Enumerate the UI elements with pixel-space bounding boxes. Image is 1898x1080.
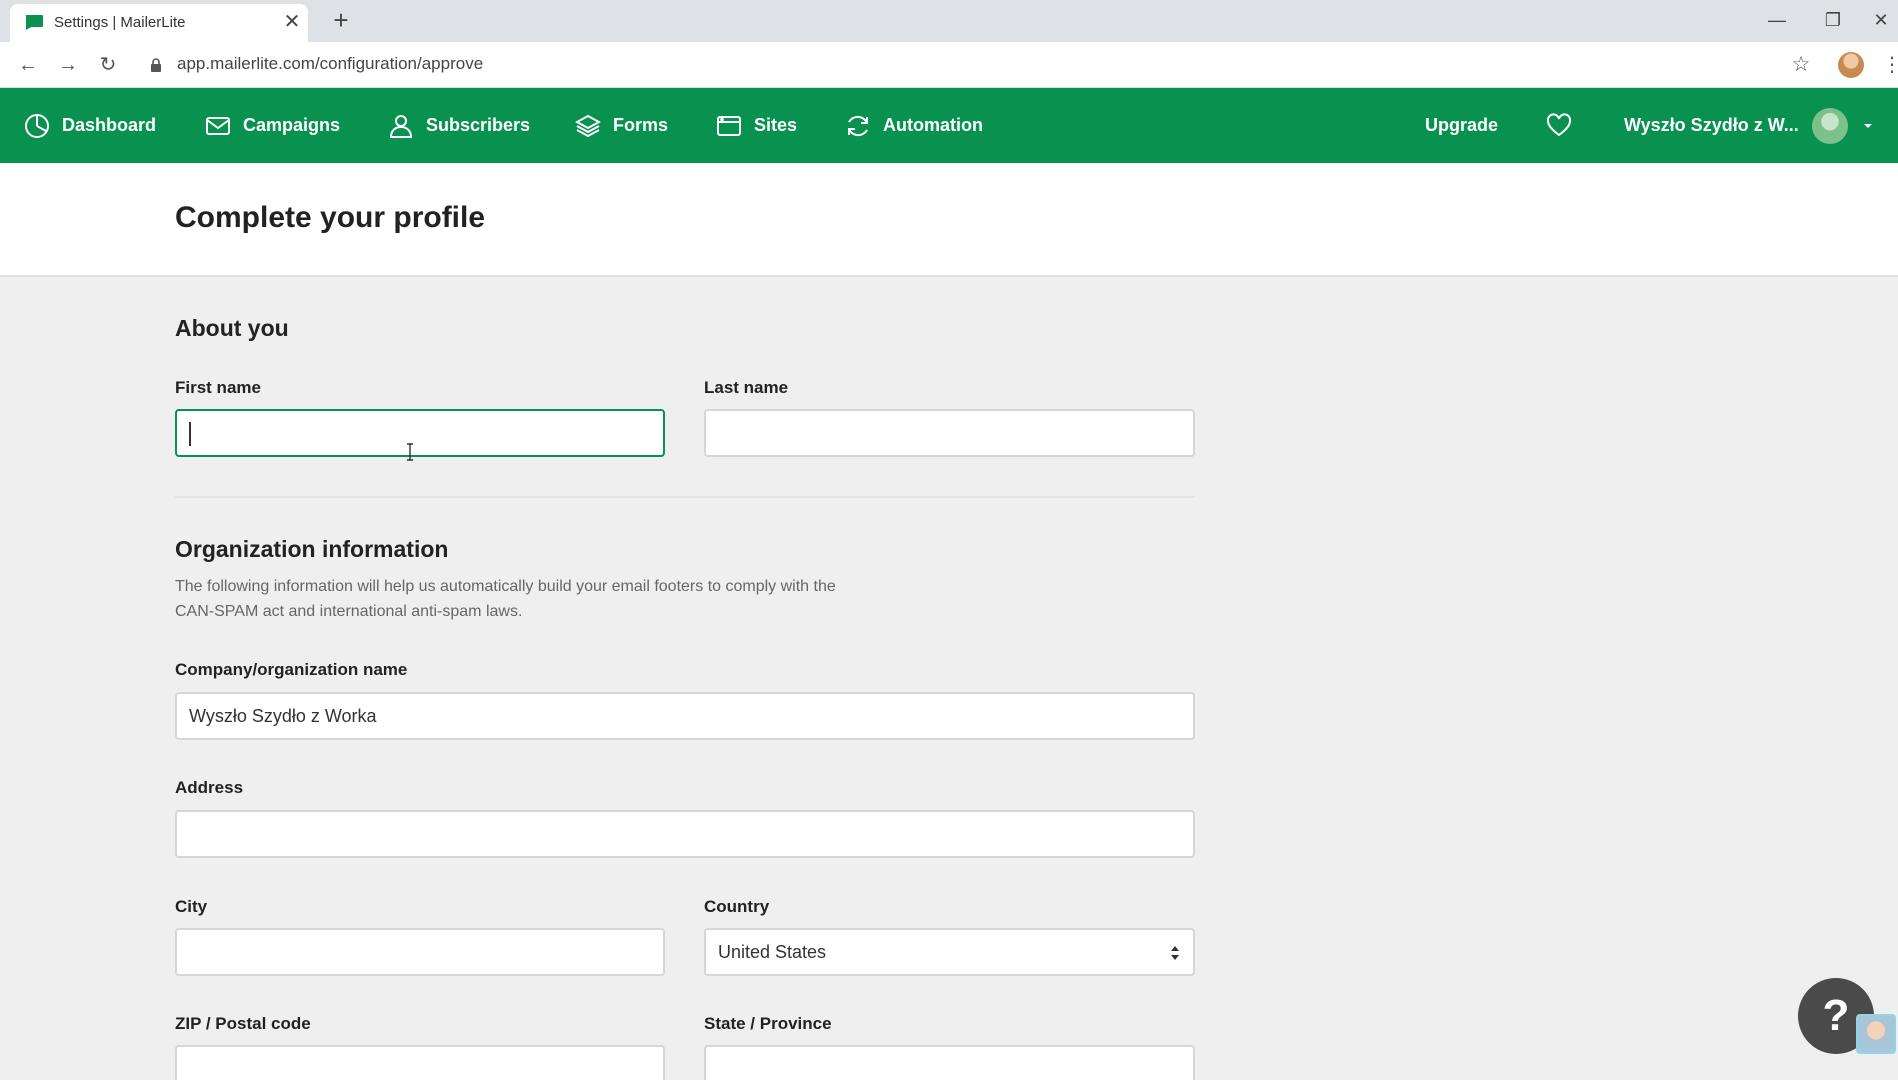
refresh-icon <box>848 115 868 136</box>
state-input[interactable] <box>704 1045 1195 1080</box>
nav-sites-label: Sites <box>754 115 798 135</box>
nav-sites[interactable]: Sites <box>716 88 797 163</box>
browser-tab-bar: Settings | MailerLite ✕ + — ❐ ✕ <box>0 0 1898 42</box>
account-avatar[interactable] <box>1812 108 1848 144</box>
organization-heading: Organization information <box>175 536 449 562</box>
organization-help-text: The following information will help us a… <box>175 578 836 620</box>
restore-icon[interactable]: ❐ <box>1818 6 1848 34</box>
page-title: Complete your profile <box>175 201 486 234</box>
browser-window-icon <box>717 115 741 136</box>
nav-dashboard[interactable]: Dashboard <box>24 88 156 163</box>
mailerlite-favicon-icon <box>25 15 43 30</box>
city-label: City <box>175 897 208 916</box>
tab-title: Settings | MailerLite <box>54 14 186 31</box>
upgrade-label: Upgrade <box>1425 115 1499 135</box>
forward-icon[interactable]: → <box>54 52 82 78</box>
new-tab-icon[interactable]: + <box>326 6 356 36</box>
account-menu[interactable]: Wyszło Szydło z W... <box>1624 88 1799 163</box>
country-label: Country <box>704 897 770 916</box>
country-select[interactable]: United States <box>704 928 1195 976</box>
about-you-heading: About you <box>175 315 289 341</box>
state-label: State / Province <box>704 1014 832 1033</box>
section-divider <box>175 496 1195 498</box>
zip-label: ZIP / Postal code <box>175 1014 311 1033</box>
nav-subscribers-label: Subscribers <box>426 115 531 135</box>
nav-forms[interactable]: Forms <box>575 88 668 163</box>
chevron-down-icon[interactable] <box>1862 120 1874 132</box>
upgrade-link[interactable]: Upgrade <box>1425 88 1498 163</box>
minimize-icon[interactable]: — <box>1762 6 1792 34</box>
lock-icon <box>151 58 161 72</box>
layers-icon <box>575 114 601 137</box>
ibeam-cursor-icon <box>407 443 413 461</box>
user-icon <box>389 114 413 138</box>
last-name-label: Last name <box>704 378 789 397</box>
nav-campaigns-label: Campaigns <box>243 115 341 135</box>
nav-subscribers[interactable]: Subscribers <box>388 88 530 163</box>
window-close-icon[interactable]: ✕ <box>1866 6 1896 34</box>
nav-automation[interactable]: Automation <box>845 88 983 163</box>
first-name-input[interactable] <box>175 409 665 457</box>
nav-forms-label: Forms <box>613 115 669 135</box>
nav-automation-label: Automation <box>883 115 983 135</box>
first-name-label: First name <box>175 378 261 397</box>
envelope-icon <box>206 116 230 135</box>
browser-tab[interactable]: Settings | MailerLite ✕ <box>10 4 308 42</box>
zip-input[interactable] <box>175 1045 665 1080</box>
country-selected-value: United States <box>718 942 827 962</box>
back-icon[interactable]: ← <box>14 52 42 78</box>
heart-icon <box>1546 112 1572 136</box>
address-input[interactable] <box>175 810 1195 858</box>
company-name-label: Company/organization name <box>175 660 408 679</box>
page-header: Complete your profile <box>0 163 1898 277</box>
select-arrows-icon <box>1171 946 1179 960</box>
account-name: Wyszło Szydło z W... <box>1624 115 1799 135</box>
address-label: Address <box>175 778 244 797</box>
browser-profile-avatar[interactable] <box>1838 52 1864 78</box>
text-caret <box>189 422 191 446</box>
tab-close-icon[interactable]: ✕ <box>280 10 304 34</box>
browser-address-bar: ← → ↻ app.mailerlite.com/configuration/a… <box>0 42 1898 88</box>
reload-icon[interactable]: ↻ <box>94 52 122 78</box>
app-navigation-bar: Dashboard Campaigns Subscribers Forms Si… <box>0 88 1898 163</box>
favorites-button[interactable] <box>1546 88 1584 163</box>
city-input[interactable] <box>175 928 665 976</box>
nav-dashboard-label: Dashboard <box>62 115 157 135</box>
company-name-input[interactable] <box>175 692 1195 740</box>
browser-menu-icon[interactable]: ⋮ <box>1882 52 1898 78</box>
last-name-input[interactable] <box>704 409 1195 457</box>
url-input[interactable]: app.mailerlite.com/configuration/approve <box>177 54 483 74</box>
dashboard-icon <box>25 113 49 138</box>
support-chat-avatar[interactable] <box>1856 1014 1896 1054</box>
nav-campaigns[interactable]: Campaigns <box>205 88 340 163</box>
bookmark-star-icon[interactable]: ☆ <box>1788 52 1814 78</box>
